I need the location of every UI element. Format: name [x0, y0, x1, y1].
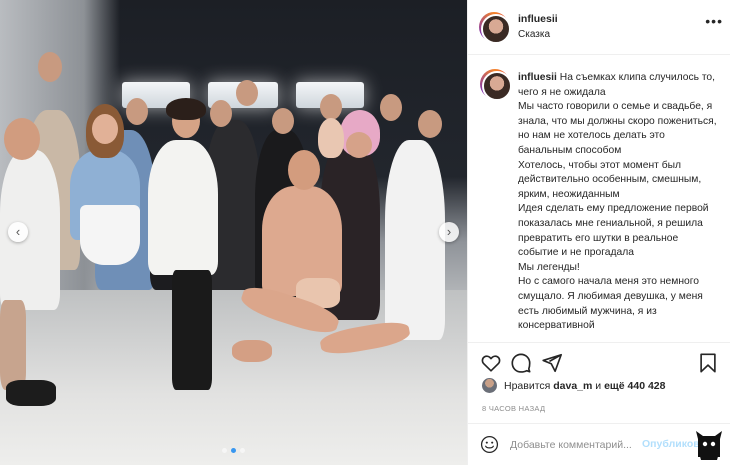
face — [288, 150, 320, 190]
face — [236, 80, 258, 106]
post-sidebar: influesii Сказка ••• influesii На съемка… — [467, 0, 730, 465]
caption-username[interactable]: influesii — [518, 72, 557, 83]
location-label[interactable]: Сказка — [518, 29, 550, 40]
bookmark-icon[interactable] — [697, 352, 719, 374]
leg — [0, 300, 26, 390]
instagram-post: ‹ › influesii Сказка ••• influesii На съ… — [0, 0, 730, 465]
likes-summary: Нравится dava_m и ещё 440 428 — [482, 378, 665, 393]
face — [272, 108, 294, 134]
cat-watermark-icon — [696, 431, 722, 460]
comment-input[interactable] — [510, 436, 650, 454]
action-bar — [468, 342, 730, 373]
post-header: influesii Сказка ••• — [468, 0, 730, 55]
face — [126, 98, 148, 125]
paper-plane-icon[interactable] — [541, 352, 563, 374]
likes-prefix: Нравится — [504, 379, 554, 392]
author-username[interactable]: influesii — [518, 13, 558, 25]
face — [418, 110, 442, 138]
avatar[interactable] — [480, 69, 512, 101]
caption: influesii На съемках клипа случилось то,… — [468, 55, 730, 342]
liker-avatar[interactable] — [482, 378, 497, 393]
woman-white-shirt — [148, 140, 218, 275]
carousel-dots — [222, 448, 245, 453]
face — [320, 94, 342, 120]
face — [210, 100, 232, 127]
emoji-icon[interactable] — [480, 435, 499, 454]
hair — [166, 98, 206, 120]
face — [318, 118, 344, 158]
person — [385, 140, 445, 340]
likes-count[interactable]: ещё 440 428 — [604, 380, 665, 392]
heart-icon[interactable] — [480, 352, 502, 374]
caption-text: influesii На съемках клипа случилось то,… — [518, 71, 720, 334]
comment-bar: Опубликовать — [468, 423, 730, 465]
carousel-dot — [240, 448, 245, 453]
face — [92, 114, 118, 144]
white-skirt — [80, 205, 140, 265]
post-timestamp[interactable]: 8 часов назад — [482, 404, 545, 413]
face — [346, 132, 372, 158]
ellipsis-icon[interactable]: ••• — [705, 13, 723, 29]
face — [380, 94, 402, 121]
comment-bubble-icon[interactable] — [510, 352, 532, 374]
foot — [232, 340, 272, 362]
shoe — [6, 380, 56, 406]
face — [38, 52, 62, 82]
previous-arrow-icon[interactable]: ‹ — [8, 222, 28, 242]
carousel-dot — [222, 448, 227, 453]
next-arrow-icon[interactable]: › — [439, 222, 459, 242]
post-photo[interactable]: ‹ › — [0, 0, 467, 465]
likes-middle: и — [592, 379, 605, 392]
face — [4, 118, 40, 160]
liker-username[interactable]: dava_m — [553, 380, 592, 392]
carousel-dot — [231, 448, 236, 453]
caption-body: На съемках клипа случилось то, чего я не… — [518, 72, 717, 332]
avatar[interactable] — [479, 12, 511, 44]
black-pants — [172, 270, 212, 390]
